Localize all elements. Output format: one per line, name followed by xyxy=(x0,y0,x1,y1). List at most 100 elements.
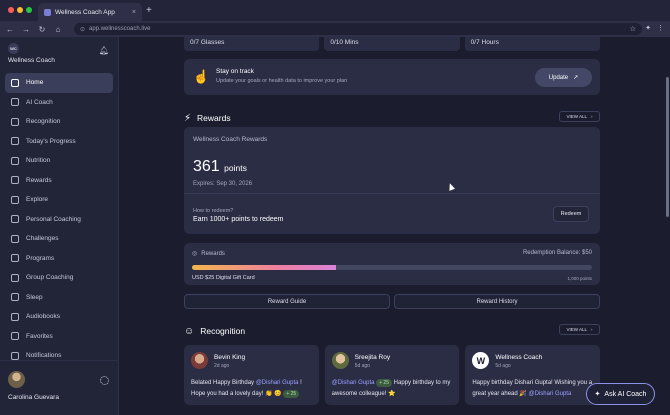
sidebar-item-rewards[interactable]: Rewards xyxy=(5,171,113,191)
sidebar-item-personal-coaching[interactable]: Personal Coaching xyxy=(5,210,113,230)
sidebar-item-explore[interactable]: Explore xyxy=(5,190,113,210)
main-content: 0/7 Glasses 0/10 Mins 0/7 Hours ☝ Stay o… xyxy=(120,37,670,415)
post-body: Belated Happy Birthday @Dishari Gupta ! … xyxy=(191,378,313,400)
programs-icon xyxy=(11,254,19,263)
sidebar-item-nutrition[interactable]: Nutrition xyxy=(5,151,113,171)
sidebar-item-audiobooks[interactable]: Audiobooks xyxy=(5,307,113,327)
recognition-icon: ☺ xyxy=(184,325,195,337)
reward-history-button[interactable]: Reward History xyxy=(394,294,600,309)
close-tab-icon[interactable]: × xyxy=(132,9,136,16)
sidebar-item-favorites[interactable]: Favorites xyxy=(5,327,113,347)
url-text: app.wellnesscoach.live xyxy=(89,26,151,32)
post-author: Bevin King xyxy=(214,354,246,361)
sidebar-item-label: Programs xyxy=(26,254,55,262)
points-value: 361 xyxy=(193,158,220,175)
sidebar-item-label: Explore xyxy=(26,196,49,204)
sidebar-item-programs[interactable]: Programs xyxy=(5,249,113,269)
reward-guide-button[interactable]: Reward Guide xyxy=(184,294,390,309)
mention-link[interactable]: @Dishari Gupta xyxy=(332,380,375,386)
sidebar-item-group-coaching[interactable]: Group Coaching xyxy=(5,268,113,288)
browser-toolbar: ← → ↻ ⌂ ⊙ app.wellnesscoach.live ☆ ✦ ⋮ xyxy=(0,21,670,37)
new-tab-button[interactable]: + xyxy=(146,5,152,16)
post-body: @Dishari Gupta + 25 Happy birthday to my… xyxy=(332,378,454,400)
arrow-up-right-icon: ↗ xyxy=(573,75,579,81)
award-icon xyxy=(11,117,19,126)
chevron-right-icon: › xyxy=(591,327,593,332)
update-button[interactable]: Update ↗ xyxy=(535,68,592,87)
recognition-post[interactable]: Bevin King 2d ago Belated Happy Birthday… xyxy=(184,345,319,405)
maximize-window-button[interactable] xyxy=(26,7,32,13)
sidebar-item-label: Recognition xyxy=(26,118,61,126)
post-body: Happy birthday Dishari Gupta! Wishing yo… xyxy=(472,378,594,400)
book-icon xyxy=(11,312,19,321)
coin-icon: ◎ xyxy=(192,251,198,257)
mention-link[interactable]: @Dishari Gupta xyxy=(256,380,299,386)
home-icon xyxy=(11,78,19,87)
recognition-post[interactable]: Sreejita Roy 5d ago @Dishari Gupta + 25 … xyxy=(324,345,460,405)
browser-tab-bar: Wellness Coach App × + xyxy=(0,0,670,21)
post-time: 2d ago xyxy=(214,363,230,369)
sidebar-item-today-s-progress[interactable]: Today's Progress xyxy=(5,132,113,152)
sidebar-item-recognition[interactable]: Recognition xyxy=(5,112,113,132)
home-browser-icon[interactable]: ⌂ xyxy=(54,25,62,34)
progress-label-text: Rewards xyxy=(201,250,225,257)
divider xyxy=(184,193,600,194)
browser-menu-icon[interactable]: ⋮ xyxy=(657,24,664,32)
stay-on-track-banner: ☝ Stay on track Update your goals or hea… xyxy=(184,59,600,95)
stat-exercise[interactable]: 0/10 Mins xyxy=(324,37,460,51)
browser-tab[interactable]: Wellness Coach App × xyxy=(38,3,142,21)
back-icon[interactable]: ← xyxy=(6,25,14,34)
view-all-label: VIEW ALL xyxy=(566,327,587,332)
stat-sleep[interactable]: 0/7 Hours xyxy=(464,37,600,51)
brand-name: Wellness Coach xyxy=(8,57,55,64)
redeem-button[interactable]: Redeem xyxy=(553,206,589,222)
redemption-progress-card: ◎ Rewards Redemption Balance: $50 USD $2… xyxy=(184,243,600,285)
avatar xyxy=(331,352,349,369)
close-window-button[interactable] xyxy=(8,7,14,13)
extensions-icon[interactable]: ✦ xyxy=(645,24,651,32)
wellness-coach-logo-icon: W xyxy=(472,352,490,369)
banner-title: Stay on track xyxy=(216,68,254,75)
progress-fill xyxy=(192,265,336,270)
notifications-bell-icon[interactable]: 🔔︎ xyxy=(98,46,110,58)
rewards-card-title: Wellness Coach Rewards xyxy=(193,136,268,143)
sidebar-item-label: Today's Progress xyxy=(26,137,76,145)
sidebar-item-ai-coach[interactable]: AI Coach xyxy=(5,93,113,113)
pointing-hand-icon: ☝ xyxy=(193,69,210,84)
reload-icon[interactable]: ↻ xyxy=(38,25,46,34)
post-time: 5d ago xyxy=(354,363,370,369)
earn-requirement: Earn 1000+ points to redeem xyxy=(193,216,284,223)
sparkle-icon: ✦ xyxy=(594,391,601,398)
reward-actions: Reward Guide Reward History xyxy=(184,294,600,309)
sidebar-item-challenges[interactable]: Challenges xyxy=(5,229,113,249)
sidebar: WC Wellness Coach 🔔︎ Home AI Coach Recogni… xyxy=(0,37,119,415)
address-bar[interactable]: ⊙ app.wellnesscoach.live ☆ xyxy=(74,23,642,35)
sidebar-item-sleep[interactable]: Sleep xyxy=(5,288,113,308)
site-info-icon[interactable]: ⊙ xyxy=(80,26,85,33)
mention-link[interactable]: @Dishari Gupta xyxy=(529,391,572,397)
recognition-view-all-button[interactable]: VIEW ALL › xyxy=(559,324,600,335)
bookmark-star-icon[interactable]: ☆ xyxy=(630,25,636,33)
minimize-window-button[interactable] xyxy=(17,7,23,13)
ask-ai-coach-label: Ask AI Coach xyxy=(604,390,647,398)
scrollbar[interactable] xyxy=(666,77,669,217)
settings-gear-icon[interactable] xyxy=(100,376,109,385)
ask-ai-coach-button[interactable]: ✦ Ask AI Coach xyxy=(586,383,655,405)
avatar[interactable] xyxy=(8,371,25,388)
points-badge: + 25 xyxy=(283,390,300,398)
apple-icon xyxy=(11,156,19,165)
recognition-post[interactable]: W Wellness Coach 5d ago Happy birthday D… xyxy=(465,345,601,405)
recognition-posts: Bevin King 2d ago Belated Happy Birthday… xyxy=(184,345,601,405)
trophy-icon xyxy=(11,234,19,243)
user-panel: Carolina Guevara xyxy=(0,360,119,415)
stat-water[interactable]: 0/7 Glasses xyxy=(184,37,320,51)
points-balance: 361 points xyxy=(193,158,247,176)
rewards-view-all-button[interactable]: VIEW ALL › xyxy=(559,111,600,122)
gift-card-label: USD $25 Digital Gift Card xyxy=(192,275,255,281)
forward-icon[interactable]: → xyxy=(22,25,30,34)
post-time: 5d ago xyxy=(495,363,511,369)
app-logo[interactable]: WC xyxy=(8,43,19,54)
sidebar-item-home[interactable]: Home xyxy=(5,73,113,93)
post-text: Belated Happy Birthday xyxy=(191,380,256,386)
progress-label: ◎ Rewards xyxy=(192,250,225,258)
